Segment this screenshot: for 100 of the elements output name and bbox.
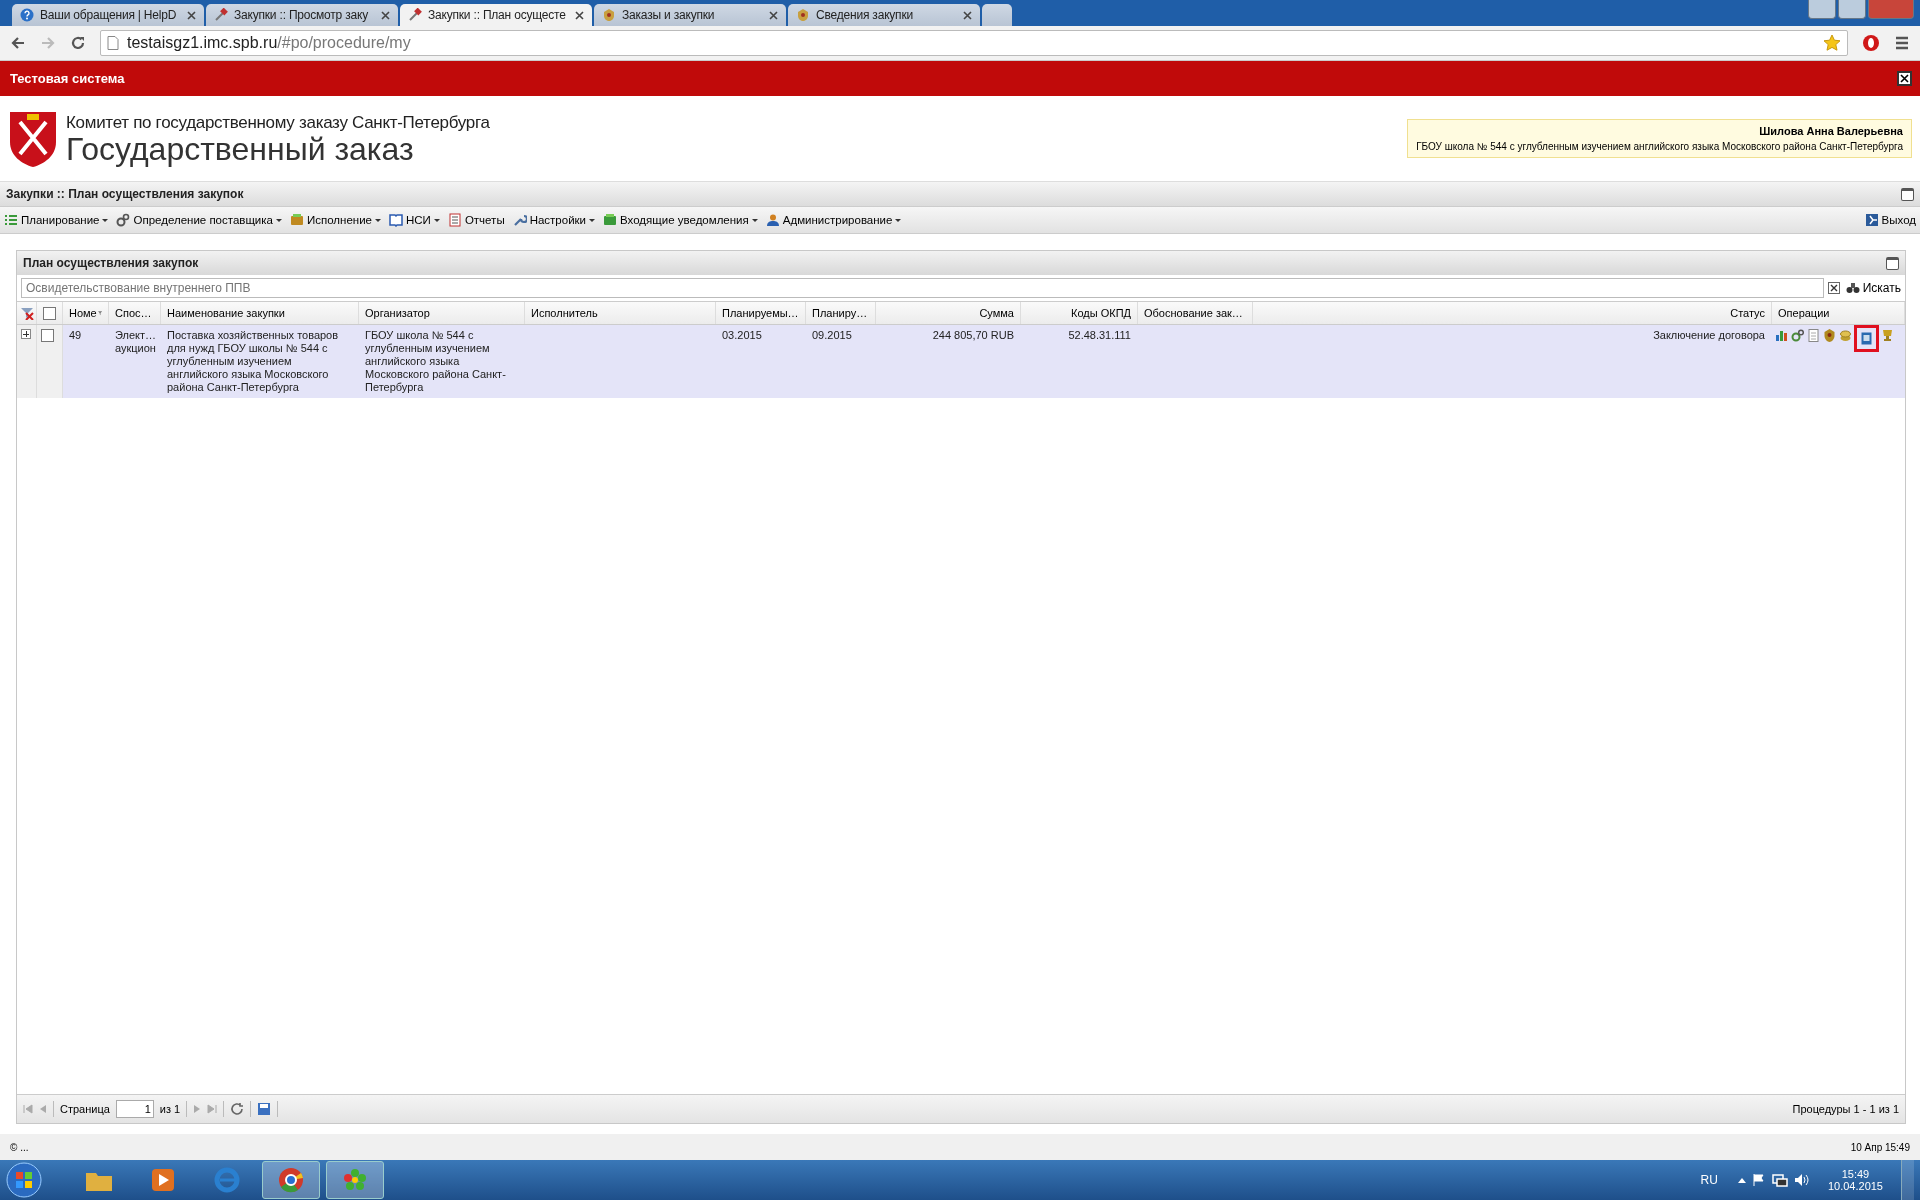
column-header[interactable]: Планируемы… — [716, 302, 806, 324]
reload-icon[interactable] — [70, 35, 86, 51]
report-icon[interactable] — [1860, 332, 1873, 345]
user-organization: ГБОУ школа № 544 с углубленным изучением английского языка Московского района Санкт-Петербурга — [1416, 141, 1903, 152]
start-button[interactable] — [4, 1160, 44, 1200]
clear-filter-icon[interactable] — [19, 306, 34, 320]
close-icon[interactable] — [575, 10, 584, 20]
clear-icon[interactable] — [1827, 282, 1840, 294]
table-cell: Поставка хозяйственных товаров для нужд ГБОУ школы № 544 с углубленным изучением английского языка Московского района Санкт-Петербурга — [167, 329, 339, 393]
maximize-button[interactable] — [1901, 187, 1914, 201]
column-header[interactable]: Коды ОКПД — [1021, 302, 1138, 324]
column-header[interactable]: Операции — [1772, 302, 1905, 324]
browser-tab[interactable]: Закупки :: План осущесте — [400, 4, 592, 26]
expand-icon[interactable] — [21, 329, 31, 339]
document-icon — [447, 213, 462, 227]
column-header[interactable]: Исполнитель — [525, 302, 716, 324]
menu-item[interactable]: Исполнение — [290, 213, 381, 227]
column-header[interactable]: Наименование закупки — [161, 302, 359, 324]
address-bar[interactable]: testaisgz1.imc.spb.ru/#po/procedure/my — [100, 30, 1848, 56]
coat-of-arms-icon — [8, 109, 58, 168]
select-all-checkbox[interactable] — [43, 306, 56, 320]
table-cell: ГБОУ школа № 544 с углубленным изучением английского языка Московского района Санкт-Петербурга — [365, 329, 506, 393]
table-cell: 244 805,70 RUB — [932, 329, 1014, 341]
row-checkbox[interactable] — [41, 329, 54, 342]
column-header[interactable]: Сумма — [876, 302, 1021, 324]
caret-icon — [276, 218, 282, 222]
column-header[interactable]: Номе — [63, 302, 109, 324]
table-cell: 49 — [69, 329, 82, 341]
page-total: из 1 — [159, 1103, 181, 1115]
menu-item[interactable]: Входящие уведомления — [603, 213, 758, 227]
network-icon[interactable] — [1771, 1173, 1788, 1187]
restore-button[interactable] — [1838, 0, 1866, 19]
chart-icon[interactable] — [1775, 329, 1788, 342]
caret-icon — [751, 218, 758, 222]
flag-icon[interactable] — [1751, 1173, 1766, 1187]
gears-icon[interactable] — [1791, 329, 1804, 342]
page-number-field[interactable]: 1 — [115, 1100, 154, 1118]
inbox-icon — [603, 213, 618, 227]
exit-button[interactable]: Выход — [1864, 213, 1916, 227]
close-icon[interactable] — [769, 10, 778, 20]
page-title: Закупки :: План осуществления закупок — [6, 187, 244, 201]
opera-icon[interactable] — [1862, 34, 1880, 52]
menu-item[interactable]: Планирование — [4, 213, 109, 227]
caret-icon — [433, 218, 440, 222]
filter-icon — [97, 308, 102, 318]
refresh-icon[interactable] — [230, 1102, 245, 1116]
browser-tab[interactable]: Заказы и закупки — [594, 4, 786, 26]
search-field[interactable]: Освидетельствование внутреннего ППВ — [21, 278, 1824, 298]
save-icon[interactable] — [257, 1102, 272, 1116]
column-header[interactable]: Обоснование зак… — [1138, 302, 1253, 324]
menu-item[interactable]: Отчеты — [447, 213, 505, 227]
browser-tab[interactable]: Ваши обращения | HelpD — [12, 4, 204, 26]
chrome-icon — [276, 1165, 306, 1195]
close-icon[interactable] — [963, 10, 972, 20]
list-icon — [4, 213, 18, 227]
minimize-button[interactable] — [1808, 0, 1836, 19]
column-header[interactable]: Спос… — [109, 302, 161, 324]
ie-icon — [212, 1165, 242, 1195]
document-icon[interactable] — [1807, 329, 1820, 342]
volume-icon[interactable] — [1793, 1173, 1810, 1187]
page-icon — [107, 36, 119, 50]
menu-item[interactable]: Определение поставщика — [116, 213, 282, 227]
exit-door-icon — [1864, 213, 1879, 227]
menu-item[interactable]: Администрирование — [765, 213, 902, 227]
table-cell: Заключение договора — [1653, 329, 1765, 341]
hammer-icon — [214, 8, 228, 22]
back-icon[interactable] — [10, 35, 26, 51]
browser-tab[interactable]: Сведения закупки — [788, 4, 980, 26]
table-cell: 09.2015 — [812, 329, 852, 341]
table-row[interactable] — [17, 325, 1905, 398]
caret-icon — [102, 218, 109, 222]
column-header[interactable]: Статус — [1253, 302, 1772, 324]
table-cell: 03.2015 — [722, 329, 762, 341]
close-button[interactable] — [1897, 71, 1912, 86]
close-icon[interactable] — [187, 10, 196, 20]
book-icon — [389, 213, 403, 227]
browser-tab[interactable]: Закупки :: Просмотр заку — [206, 4, 398, 26]
cup-icon[interactable] — [1881, 329, 1894, 342]
menu-icon[interactable] — [1894, 36, 1910, 50]
emblem-icon[interactable] — [1823, 329, 1836, 342]
hammer-icon — [408, 8, 422, 22]
caret-icon — [375, 218, 381, 222]
column-header[interactable]: Планиру… — [806, 302, 876, 324]
taskbar-clock[interactable]: 15:49 10.04.2015 — [1827, 1168, 1883, 1192]
search-button[interactable]: Искать — [1845, 281, 1901, 295]
table-cell: 52.48.31.111 — [1068, 329, 1131, 341]
star-icon[interactable] — [1823, 34, 1841, 52]
gears-icon — [116, 213, 131, 227]
taskbar-app[interactable] — [262, 1161, 320, 1199]
tray-arrow-icon[interactable] — [1737, 1177, 1746, 1183]
caret-icon — [895, 218, 902, 222]
keyboard-language[interactable]: RU — [1700, 1173, 1718, 1187]
box-icon — [290, 213, 304, 227]
menu-item[interactable]: Настройки — [512, 213, 596, 227]
emblem-icon — [602, 8, 616, 22]
status-datetime: 10 Апр 15:49 — [1850, 1141, 1910, 1153]
close-icon[interactable] — [381, 10, 390, 20]
menu-item[interactable]: НСИ — [389, 213, 440, 227]
column-header[interactable]: Организатор — [359, 302, 525, 324]
organization-name: Комитет по государственному заказу Санкт-Петербурга — [66, 112, 491, 133]
